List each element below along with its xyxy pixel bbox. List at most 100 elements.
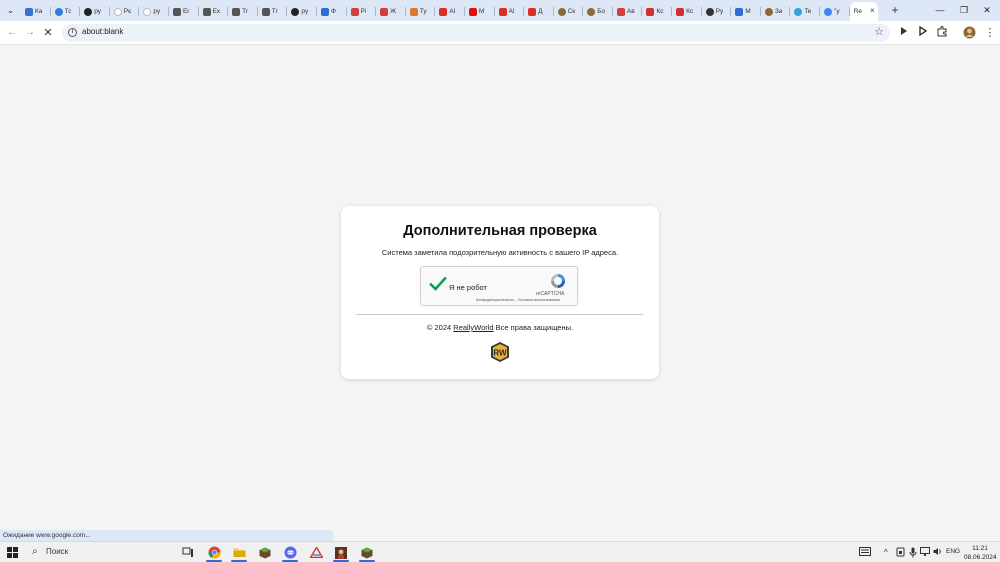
browser-tab[interactable]: Er <box>169 2 199 21</box>
volume-icon[interactable] <box>933 547 943 558</box>
bookmark-star-icon[interactable]: ☆ <box>874 25 884 38</box>
taskbar-app-minecraft-2[interactable] <box>356 543 378 562</box>
tab-favicon-red-triangle <box>350 7 359 16</box>
network-alt-icon[interactable] <box>896 547 905 558</box>
clock-date: 08.06.2024 <box>964 554 997 561</box>
taskbar-app-character[interactable] <box>330 543 352 562</box>
browser-tab[interactable]: Tr <box>228 2 258 21</box>
extensions-puzzle-icon[interactable] <box>935 26 949 40</box>
taskbar-app-minecraft[interactable] <box>254 543 276 562</box>
minimize-button[interactable]: — <box>930 2 950 18</box>
task-view-icon[interactable] <box>177 543 199 562</box>
checkmark-icon[interactable] <box>429 276 447 292</box>
taskbar-app-chrome[interactable] <box>203 543 225 562</box>
browser-tab[interactable]: Д <box>524 2 554 21</box>
forward-arrow-icon[interactable]: → <box>23 26 37 40</box>
minecraft-icon <box>259 547 271 558</box>
reallyworld-link[interactable]: ReallyWorld <box>453 323 493 332</box>
tab-label: M <box>745 8 751 15</box>
recaptcha-links[interactable]: Конфиденциальность - Условия использован… <box>476 298 560 302</box>
windows-taskbar: ⌕ Поиск ^ ENG 11:21 08.06.2024 <box>0 541 1000 562</box>
tab-favicon-red-square <box>468 7 477 16</box>
tab-favicon-brown-circle <box>557 7 566 16</box>
clock-time: 11:21 <box>972 545 988 552</box>
chevron-up-icon[interactable]: ^ <box>884 547 888 558</box>
triangle-app-icon <box>309 547 323 558</box>
recaptcha-widget[interactable]: Я не робот reCAPTCHA Конфиденциальность … <box>420 266 578 306</box>
stop-loading-icon[interactable]: ✕ <box>41 26 55 40</box>
tab-label: Ск <box>567 8 576 15</box>
keyboard-icon[interactable] <box>859 547 871 558</box>
browser-tab[interactable]: Al <box>495 2 525 21</box>
taskbar-search[interactable]: Поиск <box>46 547 68 556</box>
recaptcha-logo-icon <box>551 274 565 288</box>
tab-label: Ex <box>212 8 221 15</box>
browser-tab[interactable]: py <box>80 2 110 21</box>
browser-tab[interactable]: Ту <box>406 2 436 21</box>
browser-tab[interactable]: Бо <box>583 2 613 21</box>
search-icon[interactable]: ⌕ <box>32 546 38 557</box>
captcha-label[interactable]: Я не робот <box>449 283 487 292</box>
back-arrow-icon[interactable]: ← <box>5 26 19 40</box>
active-tab[interactable]: Re × <box>849 2 878 21</box>
network-icon[interactable] <box>920 547 930 558</box>
browser-tab[interactable]: "у <box>820 2 850 21</box>
browser-tab[interactable]: Ка <box>21 2 51 21</box>
tab-label: Тс <box>64 8 72 15</box>
address-bar[interactable]: i about:blank ☆ <box>62 24 890 42</box>
extension-cursor-alt-icon[interactable] <box>916 25 930 40</box>
folder-icon <box>233 548 245 557</box>
taskbar-app-file-explorer[interactable] <box>228 543 250 562</box>
language-indicator[interactable]: ENG <box>946 548 960 555</box>
tab-favicon-brown-circle <box>587 7 596 16</box>
browser-tab[interactable]: Tr <box>258 2 288 21</box>
extension-cursor-icon[interactable] <box>897 26 911 40</box>
tab-label: py <box>94 8 102 15</box>
browser-tab[interactable]: Al <box>435 2 465 21</box>
tab-favicon-white-circle <box>113 7 122 16</box>
gmail-icon <box>528 7 537 16</box>
browser-tab[interactable]: Ex <box>199 2 229 21</box>
tab-favicon-blue-square <box>25 7 33 16</box>
tab-label: Ф <box>330 8 336 15</box>
profile-avatar[interactable] <box>962 26 976 40</box>
browser-tab[interactable]: M <box>465 2 495 21</box>
tab-label: py <box>301 8 309 15</box>
system-clock[interactable]: 11:21 08.06.2024 <box>964 544 997 562</box>
tab-favicon-orange-square <box>409 7 418 16</box>
browser-tab[interactable]: Ру <box>702 2 732 21</box>
page-title: Дополнительная проверка <box>403 223 597 239</box>
taskbar-app-discord[interactable] <box>279 543 301 562</box>
browser-tab[interactable]: py <box>287 2 317 21</box>
address-url[interactable]: about:blank <box>82 27 123 36</box>
tab-label: Er <box>182 8 190 15</box>
browser-tab[interactable]: Ск <box>554 2 584 21</box>
browser-tab[interactable]: Ав <box>613 2 643 21</box>
browser-tab[interactable]: Кс <box>672 2 702 21</box>
microphone-icon[interactable] <box>909 547 917 558</box>
browser-tab[interactable]: Pi <box>347 2 377 21</box>
browser-tab[interactable]: M <box>731 2 761 21</box>
close-tab-icon[interactable]: × <box>870 6 875 15</box>
browser-tab[interactable]: Кс <box>642 2 672 21</box>
browser-tab[interactable]: Тс <box>51 2 81 21</box>
windows-start-icon[interactable] <box>7 547 18 558</box>
tab-label: py <box>153 8 161 15</box>
browser-tab[interactable]: Te <box>790 2 820 21</box>
copyright-suffix: Все права защищены. <box>493 323 574 332</box>
browser-tab[interactable]: Ж <box>376 2 406 21</box>
site-info-icon[interactable]: i <box>68 28 77 37</box>
close-window-button[interactable]: ✕ <box>977 2 997 18</box>
browser-tab[interactable]: py <box>139 2 169 21</box>
discord-icon <box>284 546 296 559</box>
new-tab-button[interactable]: + <box>889 3 901 17</box>
tab-search-chevron-icon[interactable]: ⌄ <box>3 3 18 18</box>
browser-menu-icon[interactable]: ⋮ <box>983 26 997 40</box>
google-icon <box>824 7 833 16</box>
restore-button[interactable]: ❐ <box>954 2 974 18</box>
taskbar-app-red-triangle[interactable] <box>305 543 327 562</box>
character-app-icon <box>335 546 347 559</box>
browser-tab[interactable]: За <box>761 2 791 21</box>
browser-tab[interactable]: Рє <box>110 2 140 21</box>
browser-tab[interactable]: Ф <box>317 2 347 21</box>
